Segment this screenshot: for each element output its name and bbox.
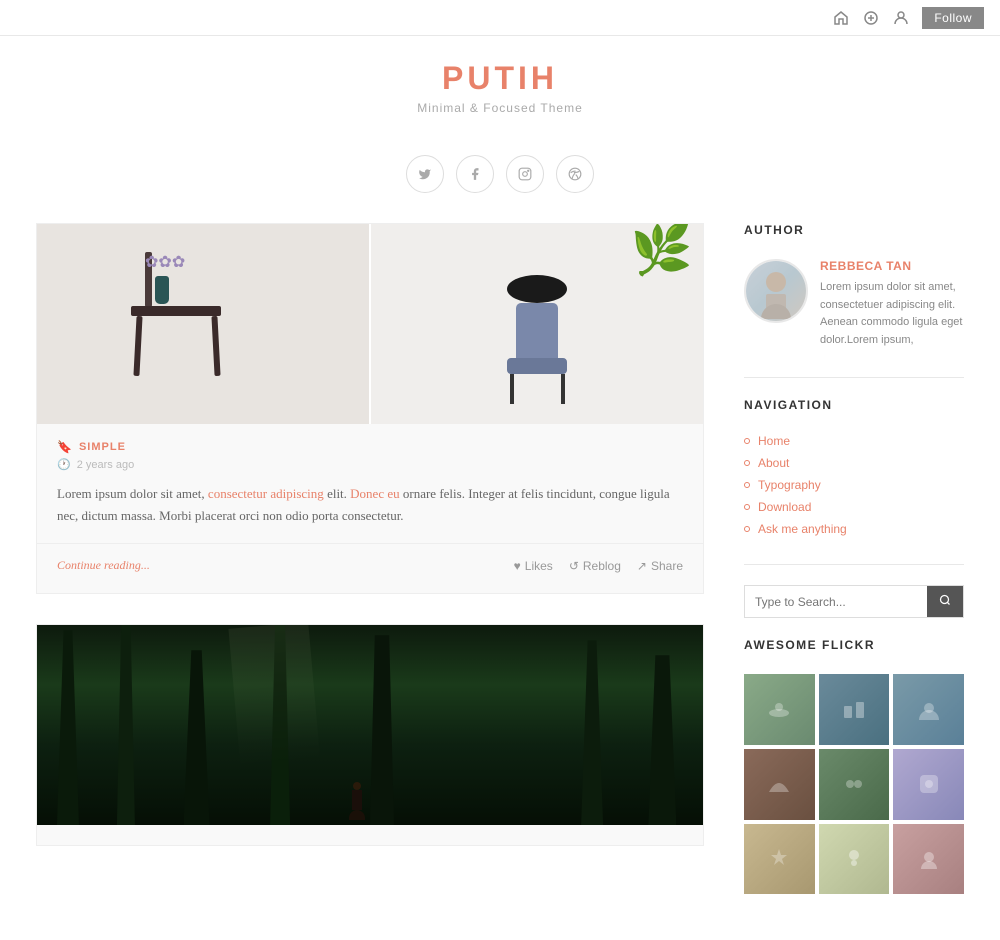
flickr-section-title: AWESOME FLICKR [744,638,964,660]
home-icon[interactable] [832,9,850,27]
continue-reading-link[interactable]: Continue reading... [57,558,150,573]
flickr-thumb-1[interactable] [744,674,815,745]
flickr-thumb-6[interactable] [893,749,964,820]
author-block: REBBECA TAN Lorem ipsum dolor sit amet, … [744,259,964,349]
flickr-grid [744,674,964,894]
dribbble-icon[interactable] [556,155,594,193]
reblog-button[interactable]: ↺ Reblog [569,559,621,573]
sidebar: AUTHOR REBBECA TAN Lorem ipsum dolor sit [744,223,964,922]
nav-link-home[interactable]: Home [758,434,790,448]
flickr-thumb-4[interactable] [744,749,815,820]
excerpt-link-2[interactable]: Donec eu [350,486,399,501]
nav-link-about[interactable]: About [758,456,789,470]
flickr-thumb-2[interactable] [819,674,890,745]
heart-icon: ♥ [514,559,521,573]
nav-bullet [744,526,750,532]
nav-link-typography[interactable]: Typography [758,478,821,492]
post-card-2 [36,624,704,846]
share-icon: ↗ [637,559,647,573]
user-icon[interactable] [892,9,910,27]
social-icons [0,155,1000,193]
flickr-thumb-9[interactable] [893,824,964,895]
post-body: 🔖 SIMPLE 🕐 2 years ago Lorem ipsum dolor… [37,424,703,527]
nav-item-about: About [744,456,964,470]
flickr-thumb-3[interactable] [893,674,964,745]
post-image-forest [37,625,703,825]
divider-2 [744,564,964,565]
add-icon[interactable] [862,9,880,27]
navigation-list: Home About Typography Download Ask me an… [744,434,964,536]
flickr-thumb-7[interactable] [744,824,815,895]
clock-icon: 🕐 [57,458,71,471]
navigation-section: NAVIGATION Home About Typography Downloa… [744,398,964,536]
nav-link-ask[interactable]: Ask me anything [758,522,847,536]
author-info: REBBECA TAN Lorem ipsum dolor sit amet, … [820,259,964,349]
author-section: AUTHOR REBBECA TAN Lorem ipsum dolor sit [744,223,964,349]
post-image-left: ✿✿✿ [37,224,371,424]
post-meta: 🕐 2 years ago [57,458,683,471]
flickr-section: AWESOME FLICKR [744,638,964,894]
post-social-actions: ♥ Likes ↺ Reblog ↗ Share [514,559,683,573]
nav-bullet [744,504,750,510]
author-name[interactable]: REBBECA TAN [820,259,964,273]
flickr-thumb-5[interactable] [819,749,890,820]
likes-button[interactable]: ♥ Likes [514,559,553,573]
search-box [744,585,964,618]
content-area: ✿✿✿ 🌿 [36,223,704,922]
top-bar: Follow [0,0,1000,36]
top-bar-icons: Follow [832,7,984,29]
navigation-section-title: NAVIGATION [744,398,964,420]
instagram-icon[interactable] [506,155,544,193]
divider-1 [744,377,964,378]
author-avatar-image [746,261,806,321]
post-images: ✿✿✿ 🌿 [37,224,703,424]
flickr-thumb-8[interactable] [819,824,890,895]
forest-background [37,625,703,825]
nav-item-home: Home [744,434,964,448]
main-layout: ✿✿✿ 🌿 [20,223,980,922]
facebook-icon[interactable] [456,155,494,193]
twitter-icon[interactable] [406,155,444,193]
nav-bullet [744,482,750,488]
author-avatar [744,259,808,323]
reblog-icon: ↺ [569,559,579,573]
search-input[interactable] [745,586,927,617]
nav-bullet [744,460,750,466]
excerpt-link-1[interactable]: consectetur adipiscing [208,486,324,501]
follow-button[interactable]: Follow [922,7,984,29]
site-title: PUTIH [0,60,1000,97]
author-bio: Lorem ipsum dolor sit amet, consectetuer… [820,279,964,349]
share-button[interactable]: ↗ Share [637,559,683,573]
post-category: 🔖 SIMPLE [57,440,683,454]
nav-item-download: Download [744,500,964,514]
author-section-title: AUTHOR [744,223,964,245]
post-card-1: ✿✿✿ 🌿 [36,223,704,594]
nav-link-download[interactable]: Download [758,500,811,514]
post-actions: Continue reading... ♥ Likes ↺ Reblog ↗ S… [37,543,703,573]
search-button[interactable] [927,586,963,617]
nav-item-typography: Typography [744,478,964,492]
post-excerpt: Lorem ipsum dolor sit amet, consectetur … [57,483,683,527]
site-tagline: Minimal & Focused Theme [0,101,1000,115]
post-image-right: 🌿 [371,224,703,424]
nav-bullet [744,438,750,444]
nav-item-ask: Ask me anything [744,522,964,536]
bookmark-icon: 🔖 [57,440,73,454]
